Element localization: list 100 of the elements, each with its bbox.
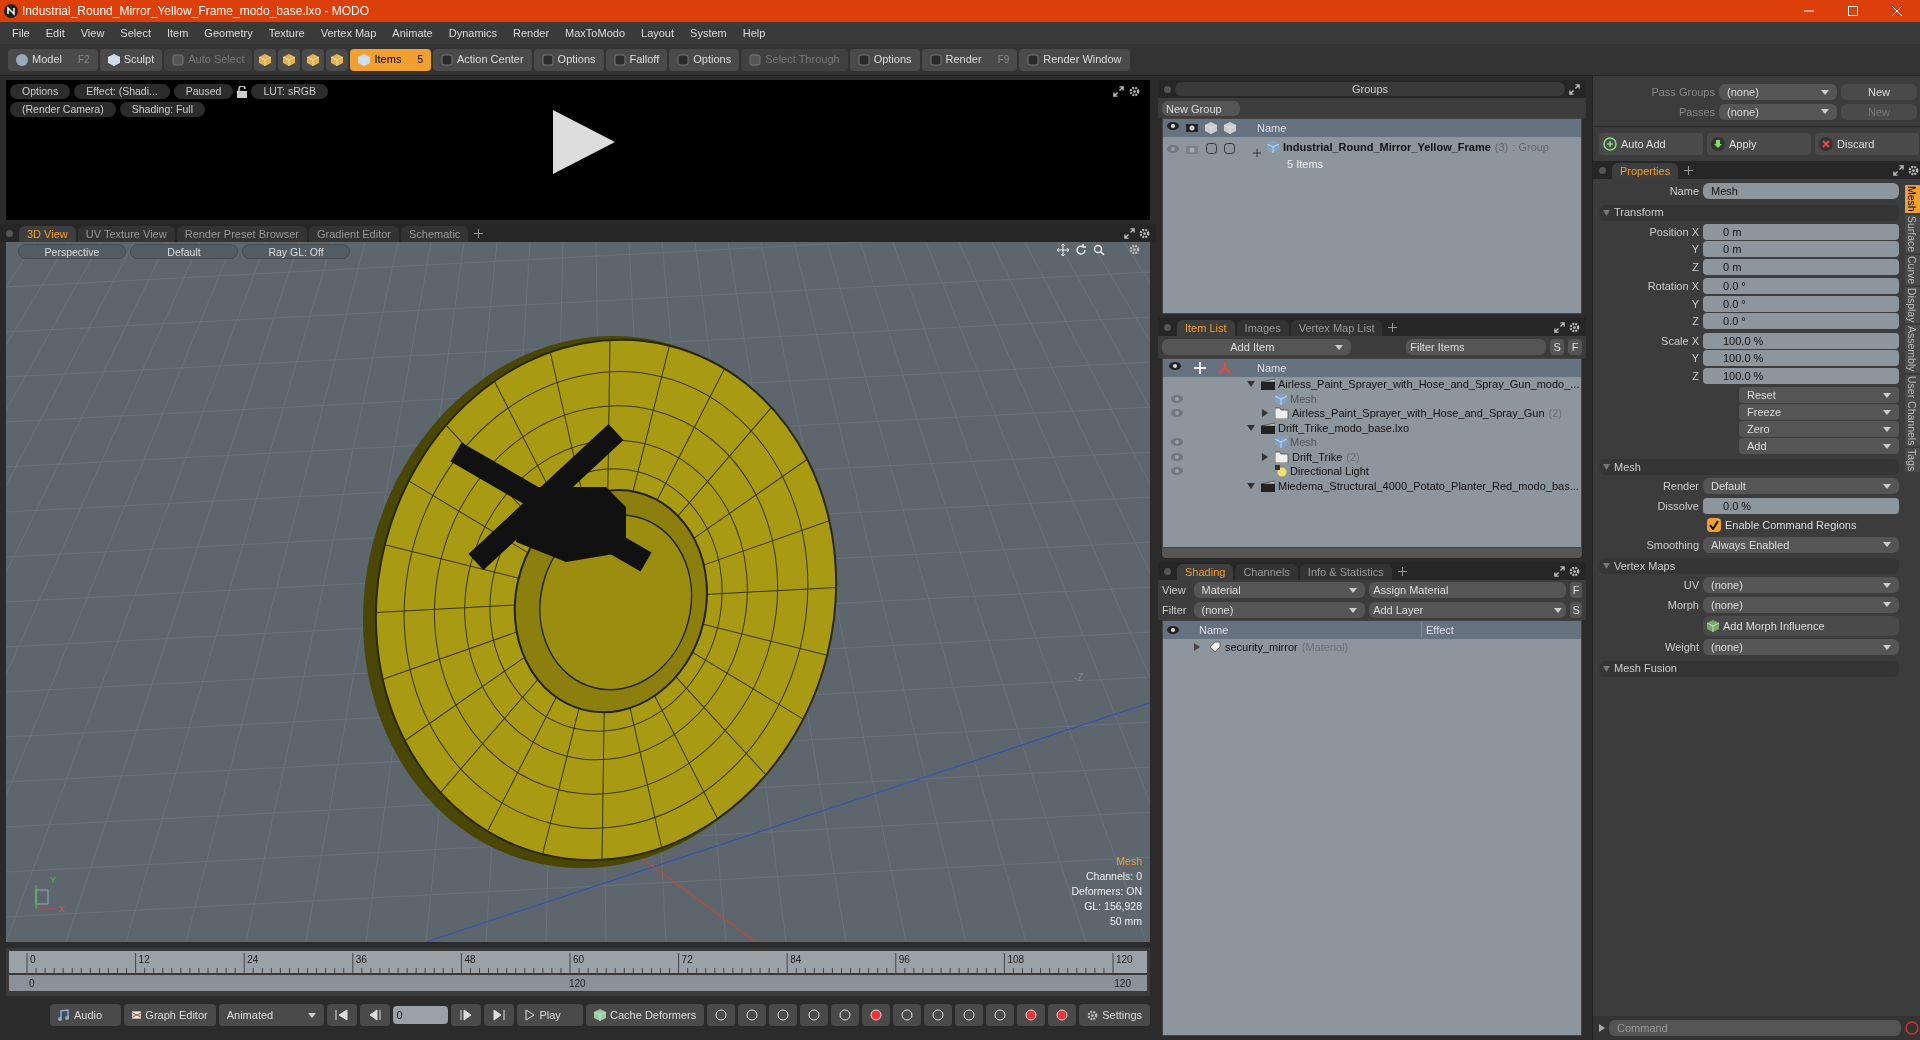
menu-item[interactable]: MaxToModo — [557, 24, 633, 42]
value-field[interactable]: 100.0 % — [1703, 367, 1899, 384]
value-field[interactable]: 100.0 % — [1703, 332, 1899, 349]
preview-button[interactable]: LUT: sRGB — [251, 84, 328, 99]
section-header[interactable]: Mesh Fusion — [1599, 660, 1899, 677]
toolbar-button[interactable]: Options — [669, 48, 740, 71]
menu-item[interactable]: Animate — [384, 24, 441, 42]
side-tab[interactable]: Curve — [1905, 254, 1920, 285]
menu-item[interactable]: System — [682, 24, 735, 42]
transport-icon-button[interactable] — [924, 1004, 953, 1026]
name-field[interactable]: Mesh — [1703, 183, 1899, 200]
dropdown-button[interactable]: Add Layer — [1369, 602, 1567, 618]
transport-button[interactable]: Settings — [1079, 1004, 1150, 1026]
transport-icon-button[interactable] — [800, 1004, 829, 1026]
dropdown[interactable]: (none) — [1703, 577, 1899, 594]
toolbar-button[interactable] — [326, 48, 349, 71]
side-tab[interactable]: Display — [1905, 286, 1920, 324]
panel-tab[interactable]: Item List — [1177, 320, 1235, 336]
menu-item[interactable]: File — [4, 24, 38, 42]
add-morph-button[interactable]: Add Morph Influence — [1703, 616, 1899, 636]
menu-item[interactable]: View — [72, 24, 113, 42]
preview-button[interactable]: (Render Camera) — [10, 102, 116, 117]
side-tab[interactable]: Tags — [1905, 448, 1920, 473]
section-header[interactable]: Mesh — [1599, 459, 1899, 475]
panel-tab[interactable]: UV Texture View — [77, 226, 175, 242]
menu-item[interactable]: Dynamics — [440, 24, 505, 42]
menu-dropdown[interactable]: Zero — [1739, 421, 1899, 437]
range-bar[interactable]: 0 120 120 — [9, 975, 1147, 991]
transport-icon-button[interactable] — [1017, 1004, 1046, 1026]
value-field[interactable]: 0.0 % — [1703, 497, 1899, 514]
add-item-button[interactable]: Add Item — [1162, 339, 1351, 355]
timeline-ruler[interactable]: 0 12 24 36 48 60 72 84 96 108 120 — [9, 951, 1147, 973]
toolbar-button[interactable]: Options — [533, 48, 604, 71]
toolbar-button[interactable] — [278, 48, 301, 71]
transport-icon-button[interactable] — [769, 1004, 798, 1026]
toolbar-button[interactable]: Render F9 — [921, 48, 1018, 71]
expand-arrow-icon[interactable] — [1261, 409, 1269, 418]
panel-tab[interactable]: Shading — [1177, 564, 1234, 580]
menu-item[interactable]: Layout — [633, 24, 683, 42]
toolbar-button[interactable] — [254, 48, 277, 71]
menu-dropdown[interactable]: Freeze — [1739, 404, 1899, 420]
side-tab[interactable]: User Channels — [1905, 374, 1920, 447]
command-field[interactable]: Command — [1609, 1020, 1901, 1036]
transport-icon-button[interactable] — [738, 1004, 767, 1026]
collapse-arrow-icon[interactable] — [1247, 481, 1255, 490]
frame-field[interactable]: 0 — [392, 1006, 449, 1024]
transport-icon-button[interactable] — [1048, 1004, 1077, 1026]
scrollbar[interactable] — [1162, 548, 1582, 558]
dropdown[interactable]: Always Enabled — [1703, 536, 1899, 553]
transport-icon-button[interactable] — [707, 1004, 736, 1026]
panel-tab[interactable]: 3D View — [19, 226, 76, 242]
toolbar-button[interactable] — [302, 48, 325, 71]
transport-icon-button[interactable] — [484, 1004, 515, 1026]
checkbox[interactable] — [1707, 518, 1721, 533]
transport-button[interactable]: Graph Editor — [123, 1004, 216, 1026]
panel-tab[interactable]: Schematic — [401, 226, 469, 242]
list-row[interactable]: Airless_Paint_Sprayer_with_Hose_and_Spray_Gun_modo_... — [1163, 377, 1581, 392]
transport-button[interactable]: Play — [517, 1004, 584, 1026]
dropdown[interactable]: (none) — [1703, 639, 1899, 656]
toolbar-button[interactable]: Model F2 — [8, 48, 98, 71]
toolbar-button[interactable]: Render Window — [1019, 48, 1130, 71]
s-button[interactable]: S — [1570, 602, 1582, 618]
value-field[interactable]: 0.0 ° — [1703, 278, 1899, 295]
action-button[interactable]: Apply — [1707, 133, 1811, 155]
value-field[interactable]: 0.0 ° — [1703, 313, 1899, 330]
menu-item[interactable]: Select — [112, 24, 159, 42]
transport-button[interactable]: Audio — [50, 1004, 121, 1026]
menu-dropdown[interactable]: Add — [1739, 438, 1899, 454]
side-tab[interactable]: Assembly — [1905, 325, 1920, 373]
panel-tab[interactable]: Properties — [1612, 163, 1679, 179]
f-button[interactable]: F — [1570, 582, 1582, 598]
panel-tab[interactable]: Channels — [1235, 564, 1298, 580]
preview-button[interactable]: Options — [10, 84, 71, 99]
toolbar-button[interactable]: Sculpt — [99, 48, 163, 71]
value-field[interactable]: 0 m — [1703, 258, 1899, 275]
menu-item[interactable]: Render — [505, 24, 558, 42]
menu-item[interactable]: Edit — [37, 24, 73, 42]
preview-button[interactable]: Effect: (Shadi... — [74, 84, 170, 99]
toolbar-button[interactable]: Action Center — [432, 48, 532, 71]
section-header[interactable]: Vertex Maps — [1599, 558, 1899, 574]
menu-item[interactable]: Texture — [260, 24, 313, 42]
panel-tab[interactable]: Vertex Map List — [1290, 320, 1383, 336]
dropdown[interactable]: Material — [1193, 582, 1366, 598]
collapse-arrow-icon[interactable] — [1247, 380, 1255, 389]
value-field[interactable]: 0.0 ° — [1703, 295, 1899, 312]
play-icon[interactable] — [551, 110, 615, 174]
section-header[interactable]: Transform — [1599, 204, 1899, 221]
transport-icon-button[interactable] — [451, 1004, 482, 1026]
action-button[interactable]: Discard — [1815, 133, 1919, 155]
filter-toggle-button[interactable]: S — [1550, 339, 1565, 355]
list-row[interactable]: Drift_Trike_modo_base.lxo — [1163, 420, 1581, 435]
side-tab[interactable]: Mesh — [1905, 185, 1920, 213]
transport-icon-button[interactable] — [862, 1004, 891, 1026]
preview-button[interactable]: Paused — [173, 84, 234, 99]
transport-icon-button[interactable] — [893, 1004, 922, 1026]
list-row[interactable]: Directional Light — [1163, 464, 1581, 479]
transport-icon-button[interactable] — [986, 1004, 1015, 1026]
dropdown-button[interactable]: Assign Material — [1369, 582, 1567, 598]
list-row[interactable]: Miedema_Structural_4000_Potato_Planter_Red_modo_bas... — [1163, 478, 1581, 493]
toolbar-button[interactable]: Falloff — [605, 48, 668, 71]
